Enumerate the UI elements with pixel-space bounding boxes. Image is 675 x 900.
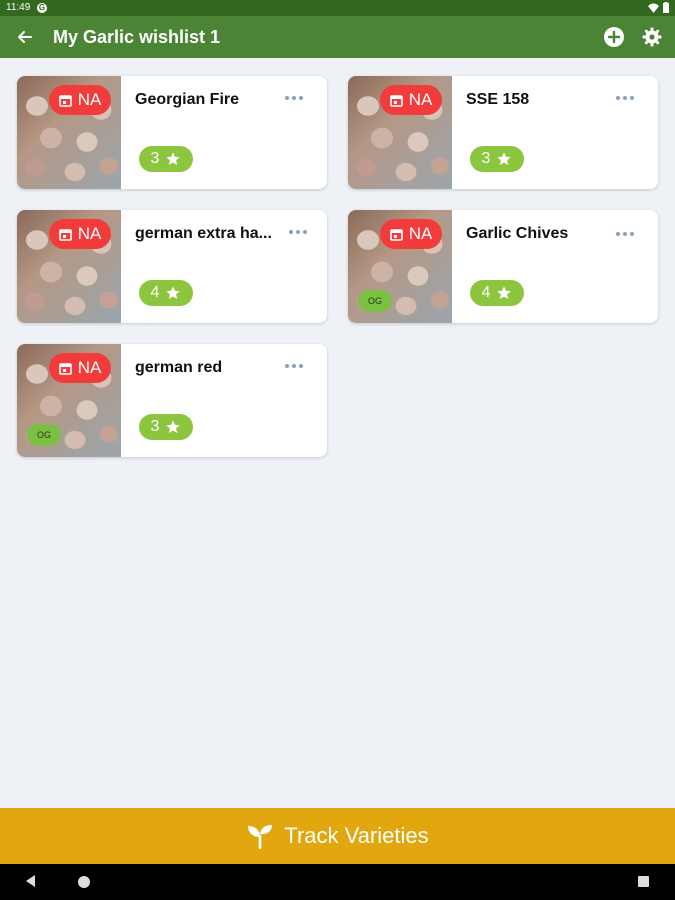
availability-badge: NA	[49, 85, 111, 115]
status-icons	[648, 2, 669, 13]
variety-card[interactable]: NA OG german red 3	[17, 344, 327, 457]
wifi-icon	[648, 3, 659, 13]
back-arrow-icon[interactable]	[14, 26, 36, 48]
nav-recents-icon[interactable]	[638, 876, 649, 887]
track-varieties-button[interactable]: Track Varieties	[0, 808, 675, 864]
variety-name: german red	[135, 359, 223, 376]
variety-card[interactable]: NA german extra ha... 4	[17, 210, 327, 323]
rating-value: 3	[150, 150, 160, 167]
variety-name: SSE 158	[466, 91, 530, 108]
availability-text: NA	[77, 224, 102, 243]
status-bar: 11:49 G	[0, 0, 675, 16]
availability-badge: NA	[380, 85, 442, 115]
star-icon	[166, 420, 181, 433]
variety-card[interactable]: NA Georgian Fire 3	[17, 76, 327, 189]
rating-badge: 4	[139, 280, 193, 306]
more-options-icon[interactable]	[289, 225, 315, 239]
track-varieties-label: Track Varieties	[284, 823, 429, 848]
system-nav-bar	[0, 864, 675, 900]
nav-home-icon[interactable]	[78, 876, 90, 888]
notification-app-icon: G	[37, 3, 47, 13]
add-circle-icon[interactable]	[603, 26, 625, 48]
gear-icon[interactable]	[641, 26, 663, 48]
more-options-icon[interactable]	[616, 227, 642, 241]
rating-value: 4	[481, 284, 491, 301]
rating-badge: 3	[470, 146, 524, 172]
availability-badge: NA	[380, 219, 442, 249]
more-options-icon[interactable]	[285, 359, 311, 373]
variety-card[interactable]: NA SSE 158 3	[348, 76, 658, 189]
star-icon	[166, 286, 181, 299]
availability-badge: NA	[49, 353, 111, 383]
variety-card[interactable]: NA OG Garlic Chives 4	[348, 210, 658, 323]
variety-name: Garlic Chives	[466, 225, 569, 242]
variety-name: german extra ha...	[135, 225, 272, 242]
more-options-icon[interactable]	[616, 91, 642, 105]
availability-text: NA	[408, 90, 433, 109]
rating-value: 3	[481, 150, 491, 167]
calendar-icon	[58, 362, 72, 375]
star-icon	[497, 286, 512, 299]
availability-badge: NA	[49, 219, 111, 249]
nav-back-icon[interactable]	[24, 874, 36, 888]
organic-badge: OG	[358, 290, 392, 312]
star-icon	[497, 152, 512, 165]
status-time: 11:49	[6, 2, 31, 13]
rating-badge: 3	[139, 146, 193, 172]
app-bar: My Garlic wishlist 1	[0, 16, 675, 58]
star-icon	[166, 152, 181, 165]
rating-badge: 4	[470, 280, 524, 306]
page-title: My Garlic wishlist 1	[53, 27, 221, 47]
availability-text: NA	[77, 90, 102, 109]
calendar-icon	[58, 94, 72, 107]
calendar-icon	[58, 228, 72, 241]
calendar-icon	[389, 94, 403, 107]
battery-icon	[663, 2, 669, 13]
sprout-icon	[248, 825, 273, 849]
more-options-icon[interactable]	[285, 91, 311, 105]
rating-badge: 3	[139, 414, 193, 440]
variety-name: Georgian Fire	[135, 91, 240, 108]
organic-badge: OG	[27, 424, 61, 446]
rating-value: 3	[150, 418, 160, 435]
calendar-icon	[389, 228, 403, 241]
rating-value: 4	[150, 284, 160, 301]
availability-text: NA	[408, 224, 433, 243]
availability-text: NA	[77, 358, 102, 377]
